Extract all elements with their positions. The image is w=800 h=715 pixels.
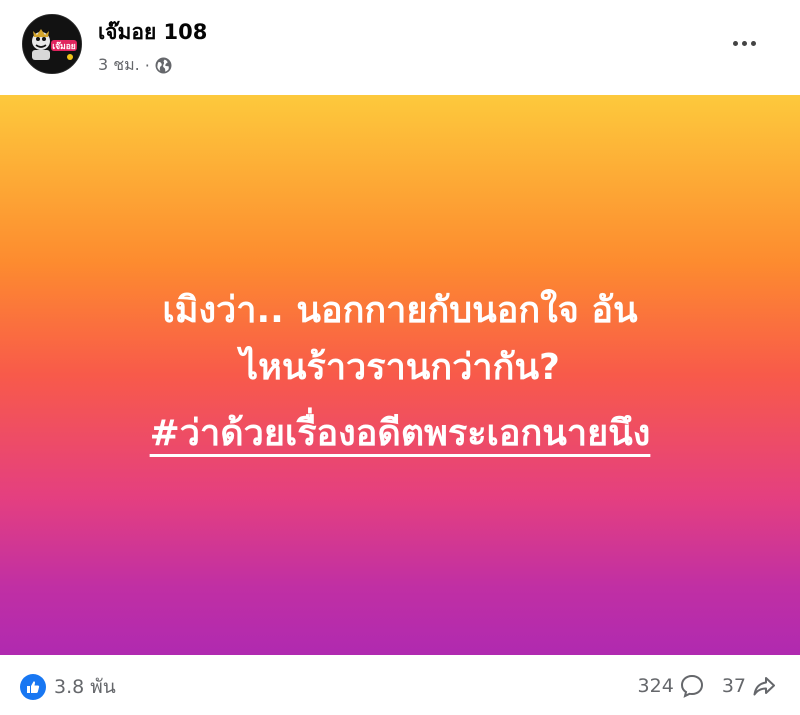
share-icon: [753, 677, 775, 696]
post-header: เจ๊มอย เจ๊มอย 108 3 ชม. ·: [0, 0, 800, 95]
comments-count-button[interactable]: 324: [638, 672, 706, 700]
like-icon: [20, 674, 46, 700]
comments-count: 324: [637, 675, 674, 697]
more-dot-icon: [732, 40, 738, 46]
globe-icon[interactable]: [155, 57, 172, 74]
more-dot-icon: [741, 40, 747, 46]
more-options-button[interactable]: [722, 25, 766, 61]
post-message: เมิงว่า.. นอกกายกับนอกใจ อัน ไหนร้าวรานก…: [60, 282, 740, 396]
avatar-logo-icon: เจ๊มอย: [23, 15, 81, 73]
more-dot-icon: [750, 40, 756, 46]
post-footer: 3.8 พัน 324 37: [0, 655, 800, 715]
reactions-summary[interactable]: 3.8 พัน: [20, 672, 116, 702]
shares-count-button[interactable]: 37: [722, 672, 778, 700]
post-meta: 3 ชม. ·: [98, 53, 172, 78]
hashtag-link[interactable]: #ว่าด้วยเรื่องอดีตพระเอกนายนึง: [150, 410, 651, 458]
post-message-line: เมิงว่า.. นอกกายกับนอกใจ อัน: [162, 290, 638, 331]
meta-separator: ·: [144, 56, 150, 75]
facebook-post: เจ๊มอย เจ๊มอย 108 3 ชม. · เมิงว่า.. นอกก…: [0, 0, 800, 715]
author-name[interactable]: เจ๊มอย 108: [98, 16, 207, 49]
shares-count: 37: [721, 675, 746, 697]
avatar[interactable]: เจ๊มอย: [22, 14, 82, 74]
avatar-text: เจ๊มอย: [52, 41, 76, 52]
post-text-background: เมิงว่า.. นอกกายกับนอกใจ อัน ไหนร้าวรานก…: [0, 95, 800, 655]
comment-icon: [680, 674, 703, 698]
post-timestamp[interactable]: 3 ชม.: [98, 53, 140, 78]
reaction-count: 3.8 พัน: [54, 676, 116, 698]
post-message-line: ไหนร้าวรานกว่ากัน?: [240, 347, 560, 388]
post-stats: 324 37: [638, 672, 778, 700]
